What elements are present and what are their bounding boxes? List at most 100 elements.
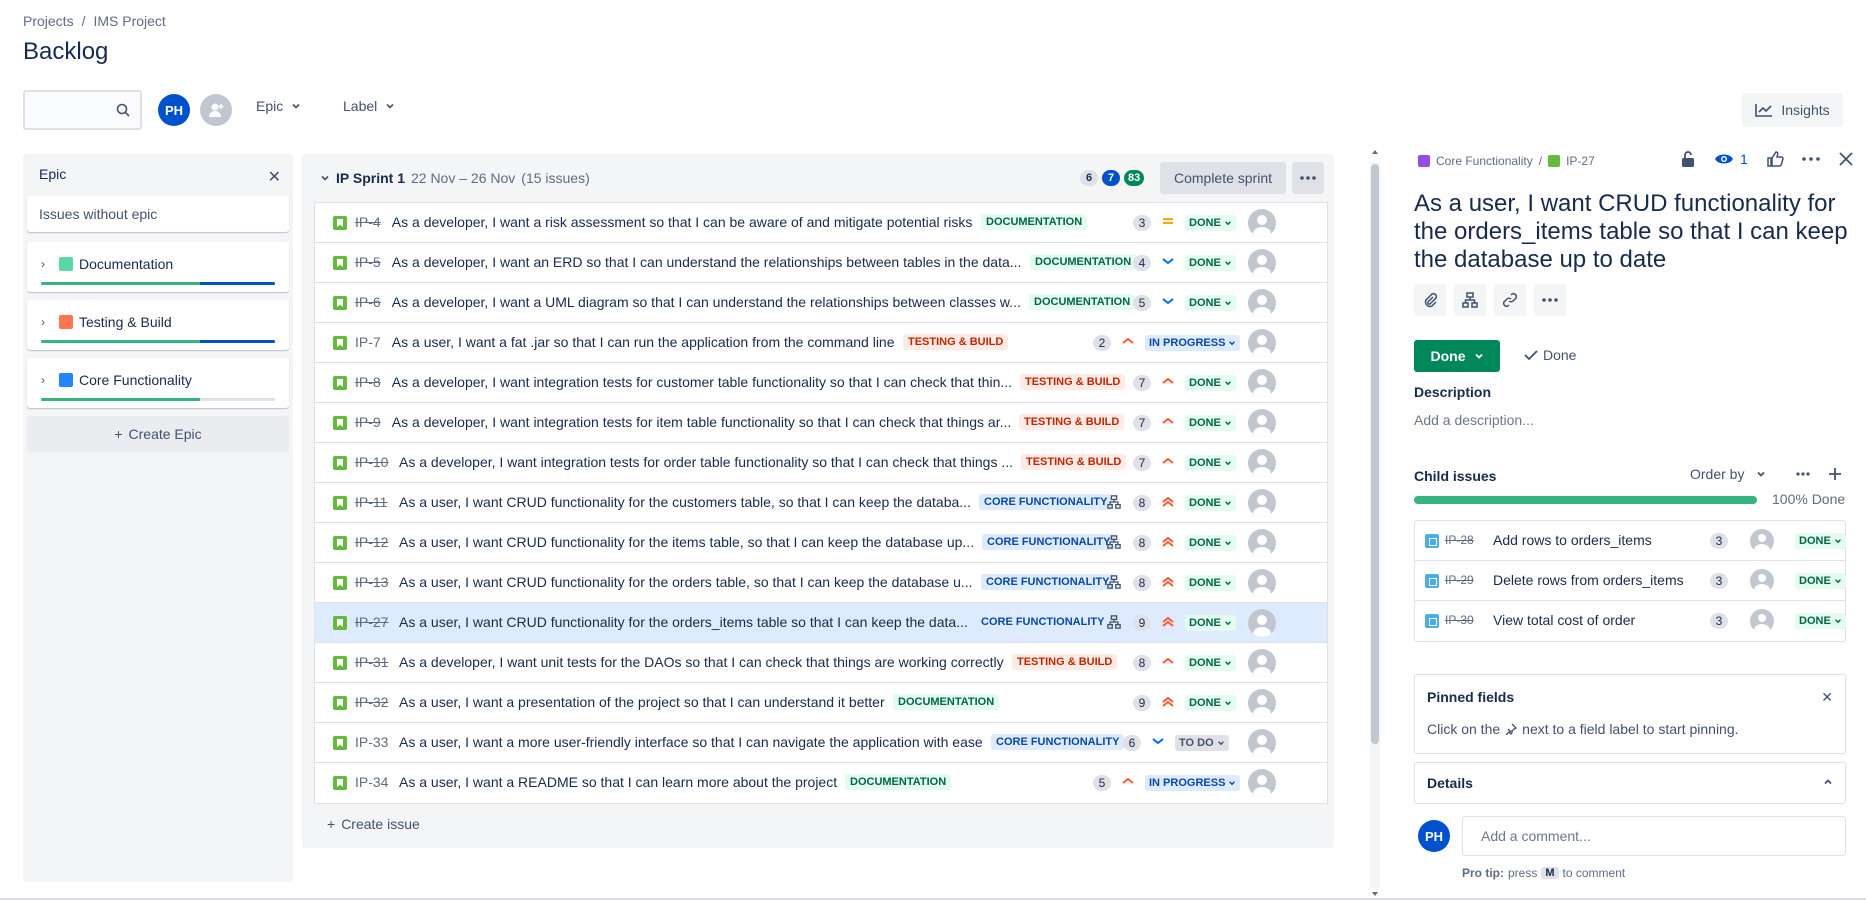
issue-row[interactable]: IP-12 As a user, I want CRUD functionalit… — [315, 523, 1327, 563]
issue-summary[interactable]: As a user, I want CRUD functionality for… — [399, 614, 968, 630]
assignee-avatar[interactable] — [1750, 609, 1774, 633]
complete-sprint-button[interactable]: Complete sprint — [1160, 162, 1286, 194]
issue-row[interactable]: IP-8 As a developer, I want integration t… — [315, 363, 1327, 403]
issue-summary[interactable]: As a user, I want CRUD functionality for… — [399, 534, 974, 550]
epic-lozenge[interactable]: DOCUMENTATION — [893, 694, 1000, 710]
assignee-avatar[interactable] — [1248, 649, 1276, 677]
status-lozenge[interactable]: DONE — [1185, 495, 1236, 511]
epic-card[interactable]: › Documentation — [27, 242, 289, 292]
status-lozenge[interactable]: DONE — [1185, 535, 1236, 551]
scroll-down-icon[interactable] — [1371, 890, 1379, 898]
status-lozenge[interactable]: DONE — [1185, 375, 1236, 391]
issue-key[interactable]: IP-33 — [355, 734, 388, 750]
child-issue-key[interactable]: IP-29 — [1445, 573, 1474, 587]
description-field[interactable]: Add a description... — [1414, 412, 1534, 428]
detail-issue-key[interactable]: IP-27 — [1566, 154, 1595, 168]
epic-lozenge[interactable]: DOCUMENTATION — [1029, 294, 1136, 310]
issue-key[interactable]: IP-10 — [355, 454, 388, 470]
issue-key[interactable]: IP-31 — [355, 654, 388, 670]
thumbs-up-icon[interactable] — [1766, 150, 1784, 168]
issue-summary[interactable]: As a developer, I want an ERD so that I … — [392, 254, 1022, 270]
chevron-down-icon[interactable] — [320, 173, 330, 183]
chevron-right-icon[interactable]: › — [41, 315, 45, 329]
assignee-avatar[interactable] — [1248, 209, 1276, 237]
issue-title[interactable]: As a user, I want CRUD functionality for… — [1414, 190, 1854, 274]
assignee-avatar[interactable] — [1248, 409, 1276, 437]
epic-lozenge[interactable]: DOCUMENTATION — [1030, 254, 1137, 270]
backlog-scrollbar[interactable] — [1370, 148, 1380, 900]
issue-key[interactable]: IP-13 — [355, 574, 388, 590]
issue-row[interactable]: IP-33 As a user, I want a more user-frien… — [315, 723, 1327, 763]
breadcrumb-project-link[interactable]: IMS Project — [93, 13, 165, 29]
epic-lozenge[interactable]: CORE FUNCTIONALITY — [981, 574, 1115, 590]
insights-button[interactable]: Insights — [1742, 93, 1843, 127]
comment-input[interactable]: Add a comment... — [1462, 816, 1846, 856]
issue-row[interactable]: IP-10 As a developer, I want integration … — [315, 443, 1327, 483]
add-people-icon[interactable] — [200, 94, 232, 126]
assignee-avatar[interactable] — [1248, 489, 1276, 517]
issue-summary[interactable]: As a developer, I want unit tests for th… — [399, 654, 1004, 670]
close-icon[interactable] — [1838, 151, 1854, 167]
sprint-header[interactable]: IP Sprint 1 22 Nov – 26 Nov (15 issues) — [320, 170, 590, 186]
epic-lozenge[interactable]: TESTING & BUILD — [903, 334, 1009, 350]
assignee-avatar[interactable] — [1248, 689, 1276, 717]
assignee-avatar[interactable] — [1248, 369, 1276, 397]
issue-row[interactable]: IP-4 As a developer, I want a risk assess… — [315, 203, 1327, 243]
issue-row[interactable]: IP-5 As a developer, I want an ERD so tha… — [315, 243, 1327, 283]
issue-key[interactable]: IP-12 — [355, 534, 388, 550]
child-issue-row[interactable]: IP-28 Add rows to orders_items 3 DONE — [1415, 521, 1846, 561]
epic-card[interactable]: › Testing & Build — [27, 300, 289, 350]
epic-lozenge[interactable]: DOCUMENTATION — [845, 774, 952, 790]
assignee-avatar[interactable] — [1248, 449, 1276, 477]
issue-row[interactable]: IP-9 As a developer, I want integration t… — [315, 403, 1327, 443]
detail-epic-link[interactable]: Core Functionality — [1436, 154, 1533, 168]
issue-summary[interactable]: As a user, I want a README so that I can… — [399, 774, 837, 790]
status-lozenge[interactable]: DONE — [1185, 655, 1236, 671]
epic-lozenge[interactable]: CORE FUNCTIONALITY — [982, 534, 1116, 550]
assignee-avatar[interactable] — [1248, 529, 1276, 557]
issue-key[interactable]: IP-7 — [355, 334, 381, 350]
issue-summary[interactable]: As a developer, I want a risk assessment… — [392, 214, 973, 230]
chevron-right-icon[interactable]: › — [41, 257, 45, 271]
issue-summary[interactable]: As a developer, I want integration tests… — [392, 374, 1012, 390]
attachment-icon[interactable] — [1414, 284, 1446, 316]
status-lozenge[interactable]: DONE — [1185, 455, 1236, 471]
watch-button[interactable]: 1 — [1714, 151, 1748, 167]
assignee-avatar[interactable] — [1750, 569, 1774, 593]
assignee-avatar[interactable] — [1750, 529, 1774, 553]
assignee-avatar[interactable] — [1248, 769, 1276, 797]
status-lozenge[interactable]: IN PROGRESS — [1145, 335, 1241, 351]
more-icon[interactable] — [1801, 157, 1820, 161]
issue-row[interactable]: IP-11 As a user, I want CRUD functionalit… — [315, 483, 1327, 523]
child-issue-summary[interactable]: Add rows to orders_items — [1493, 532, 1652, 548]
epic-card[interactable]: › Core Functionality — [27, 358, 289, 408]
epic-lozenge[interactable]: CORE FUNCTIONALITY — [991, 734, 1125, 750]
issue-key[interactable]: IP-11 — [355, 494, 387, 510]
status-lozenge[interactable]: TO DO — [1175, 735, 1229, 751]
scrollbar-thumb[interactable] — [1371, 164, 1379, 744]
child-issue-summary[interactable]: View total cost of order — [1493, 612, 1635, 628]
issue-key[interactable]: IP-32 — [355, 694, 388, 710]
status-lozenge[interactable]: DONE — [1185, 255, 1236, 271]
issue-summary[interactable]: As a developer, I want integration tests… — [399, 454, 1013, 470]
assignee-avatar[interactable] — [1248, 729, 1276, 757]
issue-summary[interactable]: As a user, I want CRUD functionality for… — [399, 494, 971, 510]
more-icon[interactable] — [1796, 472, 1811, 476]
issue-key[interactable]: IP-4 — [355, 214, 381, 230]
status-lozenge[interactable]: DONE — [1795, 533, 1846, 549]
issues-without-epic[interactable]: Issues without epic — [27, 196, 289, 232]
status-lozenge[interactable]: DONE — [1185, 295, 1236, 311]
close-icon[interactable]: ✕ — [1821, 689, 1833, 706]
more-icon[interactable] — [1292, 162, 1324, 194]
child-issue-summary[interactable]: Delete rows from orders_items — [1493, 572, 1684, 588]
epic-lozenge[interactable]: TESTING & BUILD — [1021, 454, 1127, 470]
epic-lozenge[interactable]: CORE FUNCTIONALITY — [976, 614, 1110, 630]
issue-row[interactable]: IP-6 As a developer, I want a UML diagram… — [315, 283, 1327, 323]
status-lozenge[interactable]: IN PROGRESS — [1145, 775, 1241, 791]
status-dropdown[interactable]: Done — [1414, 340, 1500, 372]
issue-summary[interactable]: As a user, I want CRUD functionality for… — [399, 574, 973, 590]
order-by-button[interactable]: Order by — [1690, 466, 1842, 482]
issue-key[interactable]: IP-34 — [355, 774, 388, 790]
issue-summary[interactable]: As a developer, I want a UML diagram so … — [392, 294, 1021, 310]
child-issue-key[interactable]: IP-28 — [1445, 533, 1474, 547]
